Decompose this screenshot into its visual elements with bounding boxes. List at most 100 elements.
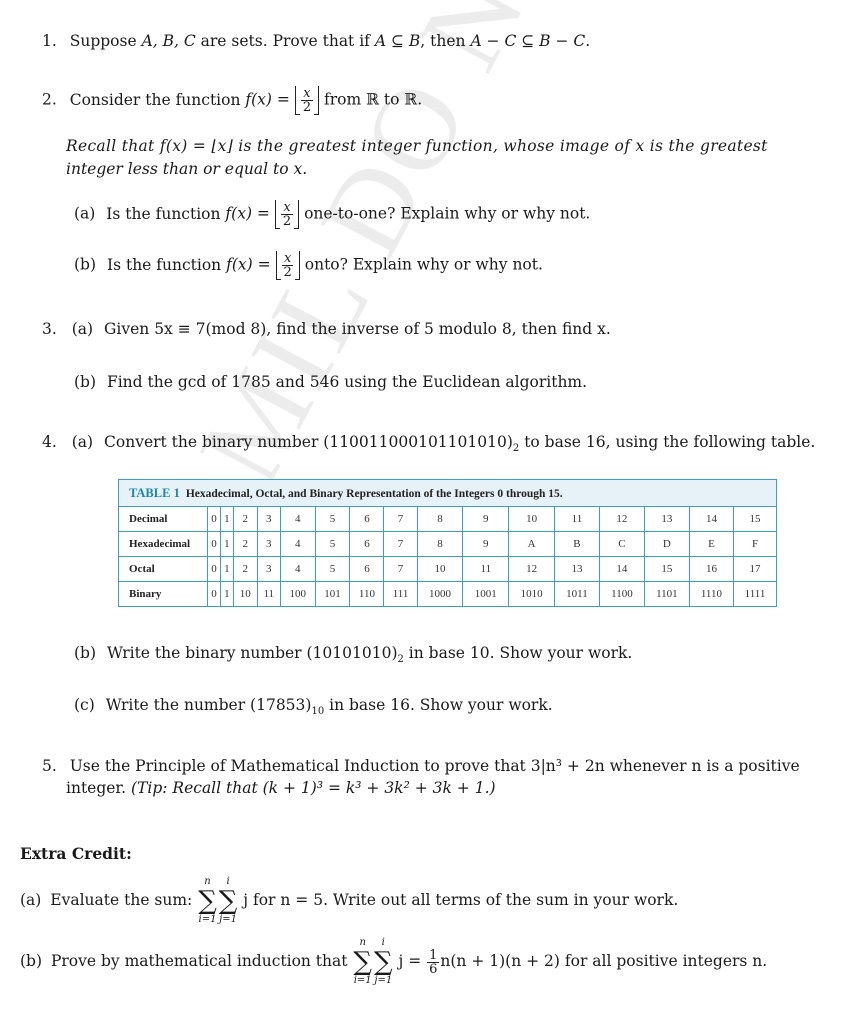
table-cell: 10 (508, 507, 555, 532)
table-cell: 1011 (553, 581, 600, 606)
table-cell: 16 (688, 556, 735, 582)
table-cell: 8 (416, 531, 464, 557)
table-cell: 7 (383, 556, 418, 582)
table-cell: 3 (256, 556, 281, 582)
table-cell: 100 (279, 581, 316, 606)
problem-2a: (a) Is the function f(x) = x2 one-to-one… (74, 200, 591, 229)
table-cell: 9 (462, 507, 510, 532)
problem-5-line1: 5. Use the Principle of Mathematical Ind… (42, 757, 800, 775)
table-cell: 110 (349, 581, 385, 606)
table-cell: 12 (508, 556, 555, 582)
table-cell: D (643, 531, 690, 557)
floor-fraction: x2 (294, 86, 320, 115)
table-cell: 0 (207, 507, 221, 532)
table-cell: 111 (383, 581, 418, 606)
table-cell: 0 (207, 556, 221, 582)
problem-5-line2: integer. (Tip: Recall that (k + 1)³ = k³… (66, 779, 496, 797)
table-cell: 3 (256, 531, 281, 557)
table-cell: 14 (688, 507, 735, 532)
table-cell: B (553, 531, 600, 557)
table-cell: 10 (416, 556, 464, 582)
part-label: (a) (74, 204, 96, 223)
table-grid: Decimal 0 1 2 3 4 5 6 7 8 9 10 11 12 13 14 15 Hexadecimal… (119, 507, 776, 606)
table-cell: 1110 (688, 581, 735, 606)
row-header: Decimal (119, 507, 208, 532)
part-label: (b) (74, 644, 97, 662)
table-cell: 15 (733, 507, 776, 532)
fraction: 16 (427, 947, 440, 977)
problem-number: 1. (42, 32, 57, 50)
problem-2-intro: 2. Consider the function f(x) = x2 from … (42, 86, 423, 115)
table-cell: 6 (349, 507, 385, 532)
table-cell: 17 (733, 556, 776, 582)
table-cell: 3 (256, 507, 281, 532)
floor-fraction: x2 (275, 251, 300, 280)
table-cell: 11 (553, 507, 600, 532)
part-label: (b) (74, 255, 97, 274)
part-label: (a) (71, 320, 94, 338)
table-row: Octal 0 1 2 3 4 5 6 7 10 11 12 13 14 15 16 17 (119, 556, 776, 582)
table-cell: 6 (349, 531, 385, 557)
table-cell: A (508, 531, 555, 557)
table-cell: 10 (232, 581, 258, 606)
table-row: Decimal 0 1 2 3 4 5 6 7 8 9 10 11 12 13 14 15 (119, 507, 776, 532)
summation-inner: i ∑ j=1 (218, 876, 238, 925)
table-cell: 2 (232, 556, 258, 582)
table-cell: 14 (598, 556, 645, 582)
problem-4b: (b) Write the binary number (10101010)2 … (74, 644, 633, 666)
table-cell: 1 (219, 507, 234, 532)
table-cell: F (733, 531, 776, 557)
table-cell: 8 (416, 507, 464, 532)
summation-outer: n ∑ i=1 (353, 937, 372, 986)
problem-2-recall-line1: Recall that f(x) = ⌊x⌋ is the greatest i… (66, 137, 768, 155)
table-cell: 1101 (643, 581, 690, 606)
table-cell: 1 (219, 531, 234, 557)
problem-number: 3. (42, 320, 57, 338)
table-cell: 2 (232, 507, 258, 532)
table-cell: C (598, 531, 645, 557)
part-label: (a) (71, 433, 94, 451)
table-cell: 5 (314, 531, 351, 557)
floor-fraction: x2 (274, 200, 300, 229)
table-cell: 1 (219, 556, 234, 582)
table-cell: 4 (279, 531, 316, 557)
table-cell: 1100 (598, 581, 645, 606)
table-cell: 9 (462, 531, 510, 557)
table-tag: TABLE 1 (129, 486, 180, 500)
part-label: (b) (74, 373, 97, 391)
row-header: Hexadecimal (119, 531, 208, 557)
table-cell: 11 (462, 556, 510, 582)
table-cell: 4 (279, 507, 316, 532)
problem-number: 4. (42, 433, 57, 451)
table-cell: 1111 (733, 581, 776, 606)
table-cell: 4 (279, 556, 316, 582)
problem-number: 5. (42, 757, 57, 775)
problem-3a: 3. (a) Given 5x ≡ 7(mod 8), find the inv… (42, 320, 611, 338)
table-cell: 101 (314, 581, 351, 606)
row-header: Binary (119, 581, 208, 606)
extra-credit-b: (b) Prove by mathematical induction that… (20, 937, 768, 986)
table-cell: 0 (207, 581, 221, 606)
problem-4a: 4. (a) Convert the binary number (110011… (42, 433, 816, 455)
table-cell: 2 (232, 531, 258, 557)
table-cell: 0 (207, 531, 221, 557)
table-cell: 1000 (416, 581, 464, 606)
table-row: Hexadecimal 0 1 2 3 4 5 6 7 8 9 A B C D E F (119, 531, 776, 557)
table-cell: 13 (643, 507, 690, 532)
table-cell: 13 (553, 556, 600, 582)
problem-2-recall-line2: integer less than or equal to x. (66, 160, 308, 178)
tip-text: (Tip: Recall that (k + 1)³ = k³ + 3k² + … (131, 779, 496, 797)
problem-1: 1. Suppose A, B, C are sets. Prove that … (42, 32, 591, 50)
part-label: (a) (20, 891, 42, 909)
problem-number: 2. (42, 90, 57, 109)
table-cell: 5 (314, 507, 351, 532)
conversion-table: TABLE 1 Hexadecimal, Octal, and Binary Re… (118, 479, 777, 607)
part-label: (b) (20, 952, 43, 970)
table-cell: 12 (598, 507, 645, 532)
row-header: Octal (119, 556, 208, 582)
table-cell: 1 (219, 581, 234, 606)
extra-credit-title: Extra Credit: (20, 844, 132, 863)
summation-inner: i ∑ j=1 (373, 937, 393, 986)
table-cell: 6 (349, 556, 385, 582)
table-cell: 7 (383, 531, 418, 557)
